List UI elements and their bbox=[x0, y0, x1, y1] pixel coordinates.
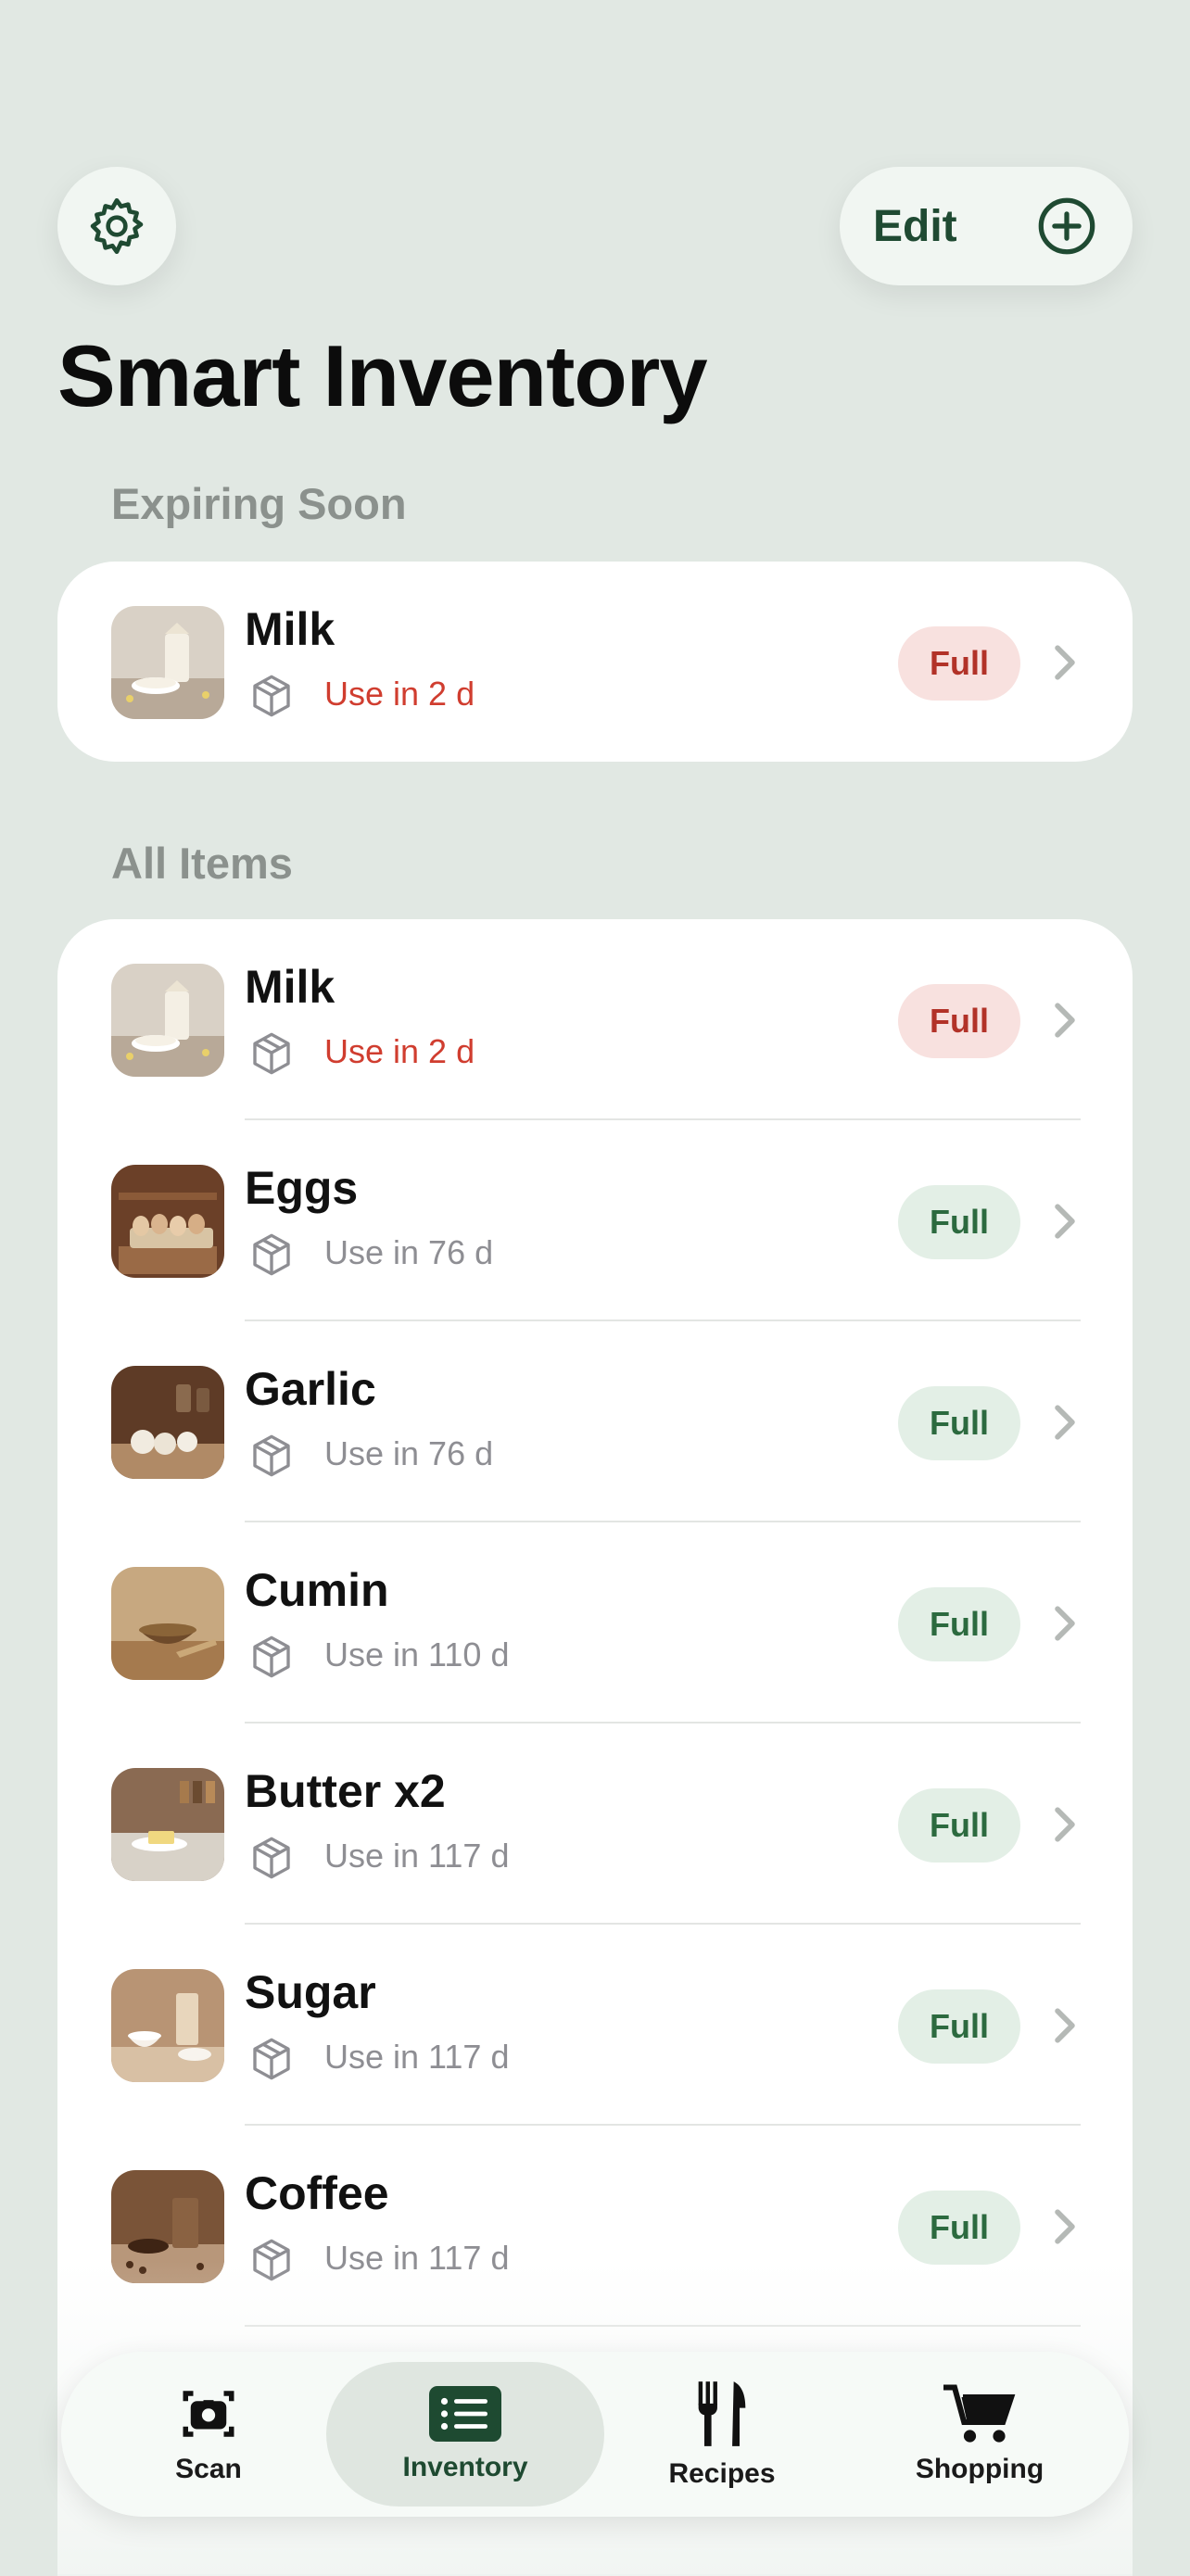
chevron-right-icon bbox=[1055, 1003, 1075, 1038]
item-name: Butter x2 bbox=[245, 1765, 446, 1817]
item-thumbnail-sugar bbox=[111, 1969, 224, 2082]
all-items-card: Milk Use in 2 d Full Eggs Use in 76 d Fu… bbox=[57, 919, 1133, 2574]
tab-label: Scan bbox=[175, 2454, 242, 2484]
item-name: Milk bbox=[245, 603, 335, 655]
item-expiry: Use in 110 d bbox=[324, 1635, 510, 1673]
item-name: Sugar bbox=[245, 1966, 376, 2018]
item-thumbnail-cumin bbox=[111, 1567, 224, 1680]
status-badge: Full bbox=[898, 1788, 1020, 1863]
tab-label: Shopping bbox=[915, 2454, 1044, 2484]
box-icon bbox=[253, 1233, 290, 1276]
settings-button[interactable] bbox=[57, 167, 176, 285]
item-expiry: Use in 117 d bbox=[324, 2239, 510, 2277]
list-item[interactable]: Milk Use in 2 d Full bbox=[57, 919, 1133, 1120]
chevron-right-icon bbox=[1055, 1405, 1075, 1440]
tab-recipes[interactable]: Recipes bbox=[597, 2352, 847, 2517]
chevron-right-icon bbox=[1055, 1204, 1075, 1239]
edit-add-pill: Edit bbox=[840, 167, 1133, 285]
tab-bar: Scan Inventory Recipes Shopping bbox=[61, 2352, 1129, 2517]
list-item[interactable]: Milk Use in 2 d Full bbox=[57, 562, 1133, 762]
status-badge: Full bbox=[898, 1185, 1020, 1259]
box-icon bbox=[253, 2038, 290, 2080]
list-item[interactable]: Coffee Use in 117 d Full bbox=[57, 2126, 1133, 2327]
tab-label: Recipes bbox=[668, 2458, 776, 2489]
list-icon bbox=[429, 2386, 501, 2442]
list-item[interactable]: Sugar Use in 117 d Full bbox=[57, 1925, 1133, 2126]
section-title-expiring: Expiring Soon bbox=[111, 479, 407, 528]
item-name: Coffee bbox=[245, 2167, 389, 2219]
camera-icon bbox=[183, 2391, 234, 2437]
item-expiry: Use in 2 d bbox=[324, 1032, 475, 1070]
box-icon bbox=[253, 1032, 290, 1075]
item-expiry: Use in 117 d bbox=[324, 2038, 510, 2076]
chevron-right-icon bbox=[1055, 1807, 1075, 1842]
item-name: Eggs bbox=[245, 1162, 359, 1214]
status-badge: Full bbox=[898, 1587, 1020, 1661]
item-thumbnail-eggs bbox=[111, 1165, 224, 1278]
chevron-right-icon bbox=[1055, 645, 1075, 680]
status-badge: Full bbox=[898, 984, 1020, 1058]
status-badge: Full bbox=[898, 1386, 1020, 1460]
fork-knife-icon bbox=[698, 2381, 746, 2446]
list-item[interactable]: Butter x2 Use in 117 d Full bbox=[57, 1724, 1133, 1925]
item-thumbnail-garlic bbox=[111, 1366, 224, 1479]
item-thumbnail-butter bbox=[111, 1768, 224, 1881]
box-icon bbox=[253, 1635, 290, 1678]
gear-icon bbox=[90, 197, 144, 255]
section-title-all-items: All Items bbox=[111, 839, 293, 888]
item-expiry: Use in 2 d bbox=[324, 675, 475, 713]
edit-button[interactable]: Edit bbox=[873, 201, 957, 252]
page-title: Smart Inventory bbox=[57, 327, 708, 424]
item-thumbnail-milk bbox=[111, 606, 224, 719]
box-icon bbox=[253, 1837, 290, 1879]
box-icon bbox=[253, 1434, 290, 1477]
item-expiry: Use in 117 d bbox=[324, 1837, 510, 1875]
item-name: Milk bbox=[245, 961, 335, 1013]
status-badge: Full bbox=[898, 2191, 1020, 2265]
tab-scan[interactable]: Scan bbox=[83, 2352, 334, 2517]
item-thumbnail-coffee bbox=[111, 2170, 224, 2283]
item-thumbnail-milk bbox=[111, 964, 224, 1077]
plus-circle-icon[interactable] bbox=[1034, 194, 1099, 259]
item-expiry: Use in 76 d bbox=[324, 1434, 494, 1472]
expiring-card: Milk Use in 2 d Full bbox=[57, 562, 1133, 762]
tab-label: Inventory bbox=[402, 2452, 528, 2482]
divider bbox=[245, 2325, 1081, 2327]
item-name: Cumin bbox=[245, 1564, 389, 1616]
chevron-right-icon bbox=[1055, 2209, 1075, 2244]
chevron-right-icon bbox=[1055, 2008, 1075, 2043]
status-badge: Full bbox=[898, 626, 1020, 701]
tab-inventory[interactable]: Inventory bbox=[326, 2362, 604, 2507]
chevron-right-icon bbox=[1055, 1606, 1075, 1641]
status-badge: Full bbox=[898, 1989, 1020, 2064]
item-expiry: Use in 76 d bbox=[324, 1233, 494, 1271]
list-item[interactable]: Cumin Use in 110 d Full bbox=[57, 1522, 1133, 1724]
item-name: Garlic bbox=[245, 1363, 376, 1415]
cart-icon bbox=[943, 2384, 1016, 2443]
box-icon bbox=[253, 2239, 290, 2281]
tab-shopping[interactable]: Shopping bbox=[855, 2352, 1105, 2517]
box-icon bbox=[253, 675, 290, 717]
list-item[interactable]: Garlic Use in 76 d Full bbox=[57, 1321, 1133, 1522]
list-item[interactable]: Eggs Use in 76 d Full bbox=[57, 1120, 1133, 1321]
